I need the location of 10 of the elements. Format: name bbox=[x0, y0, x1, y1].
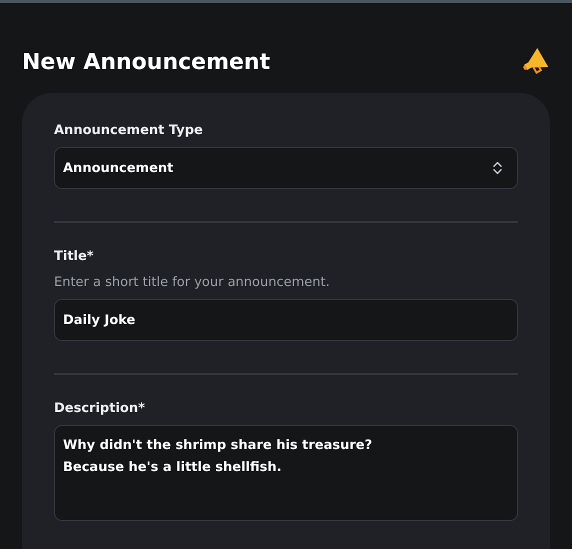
field-label: Title* bbox=[54, 249, 95, 264]
field-label: Description* bbox=[54, 401, 146, 416]
field-label: Announcement Type bbox=[54, 123, 204, 138]
description-field[interactable]: Why didn't the shrimp share his treasure? Because he's a little shellfish. bbox=[54, 425, 518, 521]
title-input[interactable]: Daily Joke bbox=[54, 299, 518, 341]
page-title: New Announcement bbox=[22, 50, 270, 74]
field-hint: Enter a short title for your announcement. bbox=[54, 275, 331, 290]
type-select[interactable]: Announcement bbox=[54, 147, 518, 189]
megaphone-icon bbox=[520, 47, 550, 77]
chevron-up-down-icon bbox=[492, 160, 503, 176]
